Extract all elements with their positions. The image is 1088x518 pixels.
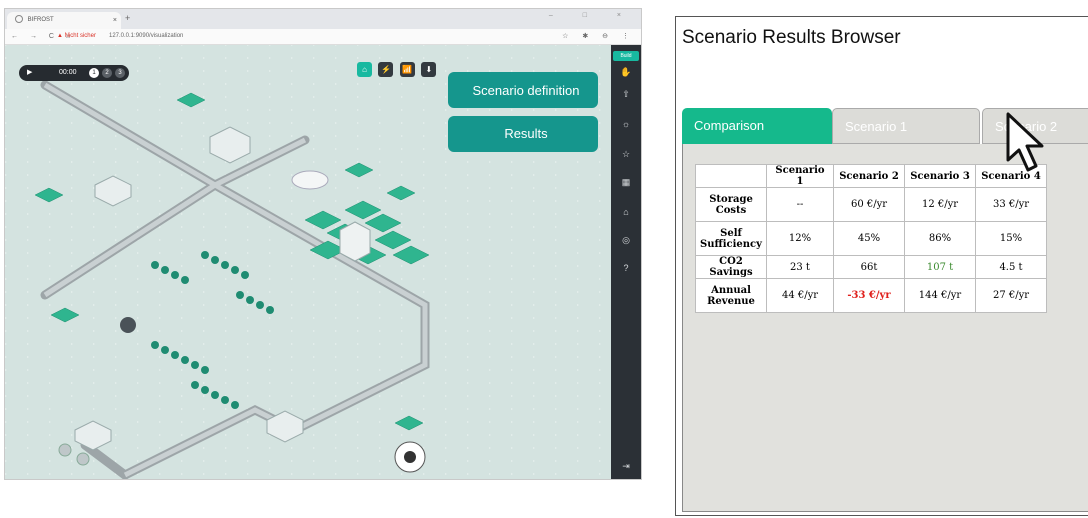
favicon-icon: [15, 15, 23, 24]
speed-button-3[interactable]: 3: [115, 68, 125, 78]
table-header: Scenario 3: [904, 164, 976, 188]
row-label: Self Sufficiency: [695, 221, 767, 256]
tab-strip: BIFROST × + – □ ×: [5, 9, 641, 29]
star-icon[interactable]: ☆: [611, 149, 641, 160]
tab-title: BIFROST: [27, 17, 54, 23]
table-cell: 86%: [904, 221, 976, 256]
row-label: Annual Revenue: [695, 278, 767, 313]
url-text[interactable]: 127.0.0.1:9090/visualization: [109, 29, 183, 44]
help-icon[interactable]: ?: [611, 263, 641, 273]
upgrade-icon[interactable]: ⇧: [611, 89, 641, 100]
table-cell: 12 €/yr: [904, 187, 976, 222]
row-label: Storage Costs: [695, 187, 767, 222]
new-tab-button[interactable]: +: [125, 13, 130, 23]
browser-tab[interactable]: BIFROST ×: [7, 12, 121, 29]
results-button[interactable]: Results: [448, 116, 598, 152]
table-cell: 4.5 t: [975, 255, 1047, 279]
table-row: Storage Costs -- 60 €/yr 12 €/yr 33 €/yr: [695, 187, 1047, 222]
security-warning[interactable]: ▲ Nicht sicher: [57, 29, 96, 44]
table-row: Self Sufficiency 12% 45% 86% 15%: [695, 221, 1047, 256]
tab-scenario-1[interactable]: Scenario 1: [832, 108, 980, 144]
table-row: Annual Revenue 44 €/yr -33 €/yr 144 €/yr…: [695, 278, 1047, 313]
comparison-panel: Scenario 1 Scenario 2 Scenario 3 Scenari…: [682, 144, 1088, 512]
table-row: CO2 Savings 23 t 66t 107 t 4.5 t: [695, 255, 1047, 279]
home-view-icon[interactable]: ⌂: [357, 62, 372, 77]
window-controls[interactable]: – □ ×: [549, 12, 635, 19]
table-header: Scenario 1: [766, 164, 834, 188]
table-cell: 44 €/yr: [766, 278, 834, 313]
table-cell-positive: 107 t: [904, 255, 976, 279]
results-browser-window: Scenario Results Browser Comparison Scen…: [675, 16, 1088, 516]
power-view-icon[interactable]: ⚡: [378, 62, 394, 77]
buildings-icon[interactable]: ▦: [611, 177, 641, 188]
table-cell: 60 €/yr: [833, 187, 905, 222]
table-cell: --: [766, 187, 834, 222]
network-view-icon[interactable]: 📶: [399, 62, 415, 77]
hand-cursor-icon[interactable]: ✋: [611, 67, 641, 78]
table-header: Scenario 2: [833, 164, 905, 188]
road-segment: [40, 80, 310, 191]
row-label: CO2 Savings: [695, 255, 767, 279]
simulation-viewport[interactable]: ▶ 00:00 1 2 3 ⌂ ⚡ 📶 ⬇: [5, 45, 611, 479]
table-cell: 66t: [833, 255, 905, 279]
playback-control[interactable]: ▶ 00:00 1 2 3: [19, 65, 129, 81]
address-bar[interactable]: ← → C ⌂ ▲ Nicht sicher 127.0.0.1:9090/vi…: [5, 29, 641, 45]
table-cell: 33 €/yr: [975, 187, 1047, 222]
tree-clusters: [151, 251, 274, 409]
scenario-definition-button[interactable]: Scenario definition: [448, 72, 598, 108]
compass-icon: [394, 441, 426, 473]
build-button[interactable]: Build: [613, 51, 639, 61]
table-cell: 27 €/yr: [975, 278, 1047, 313]
tab-close-button[interactable]: ×: [113, 12, 117, 29]
table-cell: 144 €/yr: [904, 278, 976, 313]
logout-icon[interactable]: ⇥: [611, 461, 641, 472]
results-browser-title: Scenario Results Browser: [682, 27, 901, 48]
download-view-icon[interactable]: ⬇: [421, 62, 437, 77]
table-cell: 15%: [975, 221, 1047, 256]
address-bar-icons[interactable]: ☆ ✱ ⊖ ⋮: [562, 29, 635, 44]
table-cell: 23 t: [766, 255, 834, 279]
settings-icon[interactable]: ◎: [611, 235, 641, 246]
tools-sidebar: Build ✋ ⇧ ☼ ☆ ▦ ⌂ ◎ ? ⇥: [611, 45, 641, 479]
comparison-table: Scenario 1 Scenario 2 Scenario 3 Scenari…: [695, 164, 1047, 313]
tab-comparison[interactable]: Comparison: [682, 108, 832, 144]
table-header: [695, 164, 767, 188]
solar-icon[interactable]: ☼: [611, 119, 641, 129]
table-cell-negative: -33 €/yr: [833, 278, 905, 313]
play-icon[interactable]: ▶: [27, 65, 32, 81]
mouse-pointer-icon: [1006, 112, 1044, 172]
table-header-row: Scenario 1 Scenario 2 Scenario 3 Scenari…: [695, 164, 1047, 188]
table-cell: 45%: [833, 221, 905, 256]
speed-button-1[interactable]: 1: [89, 68, 99, 78]
table-cell: 12%: [766, 221, 834, 256]
sim-time: 00:00: [59, 69, 77, 76]
speed-button-2[interactable]: 2: [102, 68, 112, 78]
view-toolbar: ⌂ ⚡ 📶 ⬇: [355, 59, 437, 77]
city-map: [34, 80, 430, 479]
house-icon[interactable]: ⌂: [611, 207, 641, 217]
